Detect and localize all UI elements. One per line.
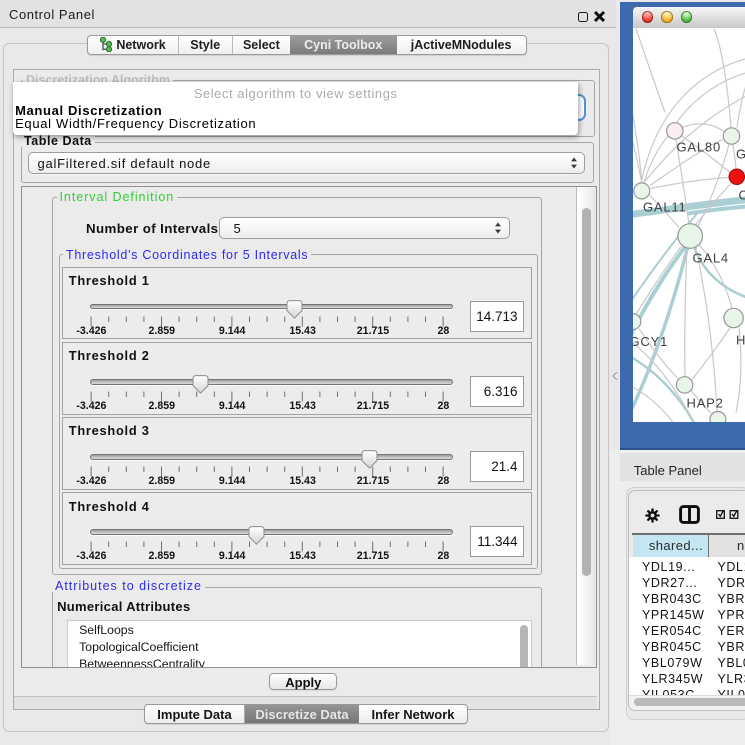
svg-text:HAP2: HAP2	[687, 395, 724, 410]
svg-text:HI: HI	[736, 332, 745, 347]
svg-text:GAL4: GAL4	[693, 250, 729, 265]
svg-text:GAL80: GAL80	[677, 139, 721, 154]
svg-text:GCY1: GCY1	[633, 334, 668, 349]
svg-text:CY: CY	[739, 187, 745, 202]
svg-text:GAL11: GAL11	[643, 199, 687, 214]
svg-text:GAL2: GAL2	[736, 146, 745, 161]
